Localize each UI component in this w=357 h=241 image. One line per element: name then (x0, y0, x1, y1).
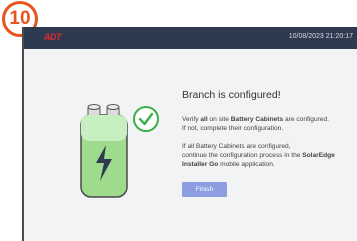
continue-instructions: If all Battery Cabinets are configured, … (182, 143, 335, 168)
page-title: Branch is configured! (182, 89, 281, 101)
finish-button[interactable]: Finish (182, 182, 227, 197)
verify-instructions: Verify all on site Battery Cabinets are … (182, 116, 329, 132)
top-bar: ADT 10/08/2023 21:20:17 (24, 27, 357, 49)
brand-logo: ADT (44, 32, 62, 42)
check-circle-icon (133, 106, 159, 132)
battery-icon (80, 104, 128, 198)
app-screen: ADT 10/08/2023 21:20:17 Branch is config… (22, 27, 357, 241)
datetime-display: 10/08/2023 21:20:17 (288, 33, 353, 40)
battery-check-illustration (80, 104, 159, 198)
